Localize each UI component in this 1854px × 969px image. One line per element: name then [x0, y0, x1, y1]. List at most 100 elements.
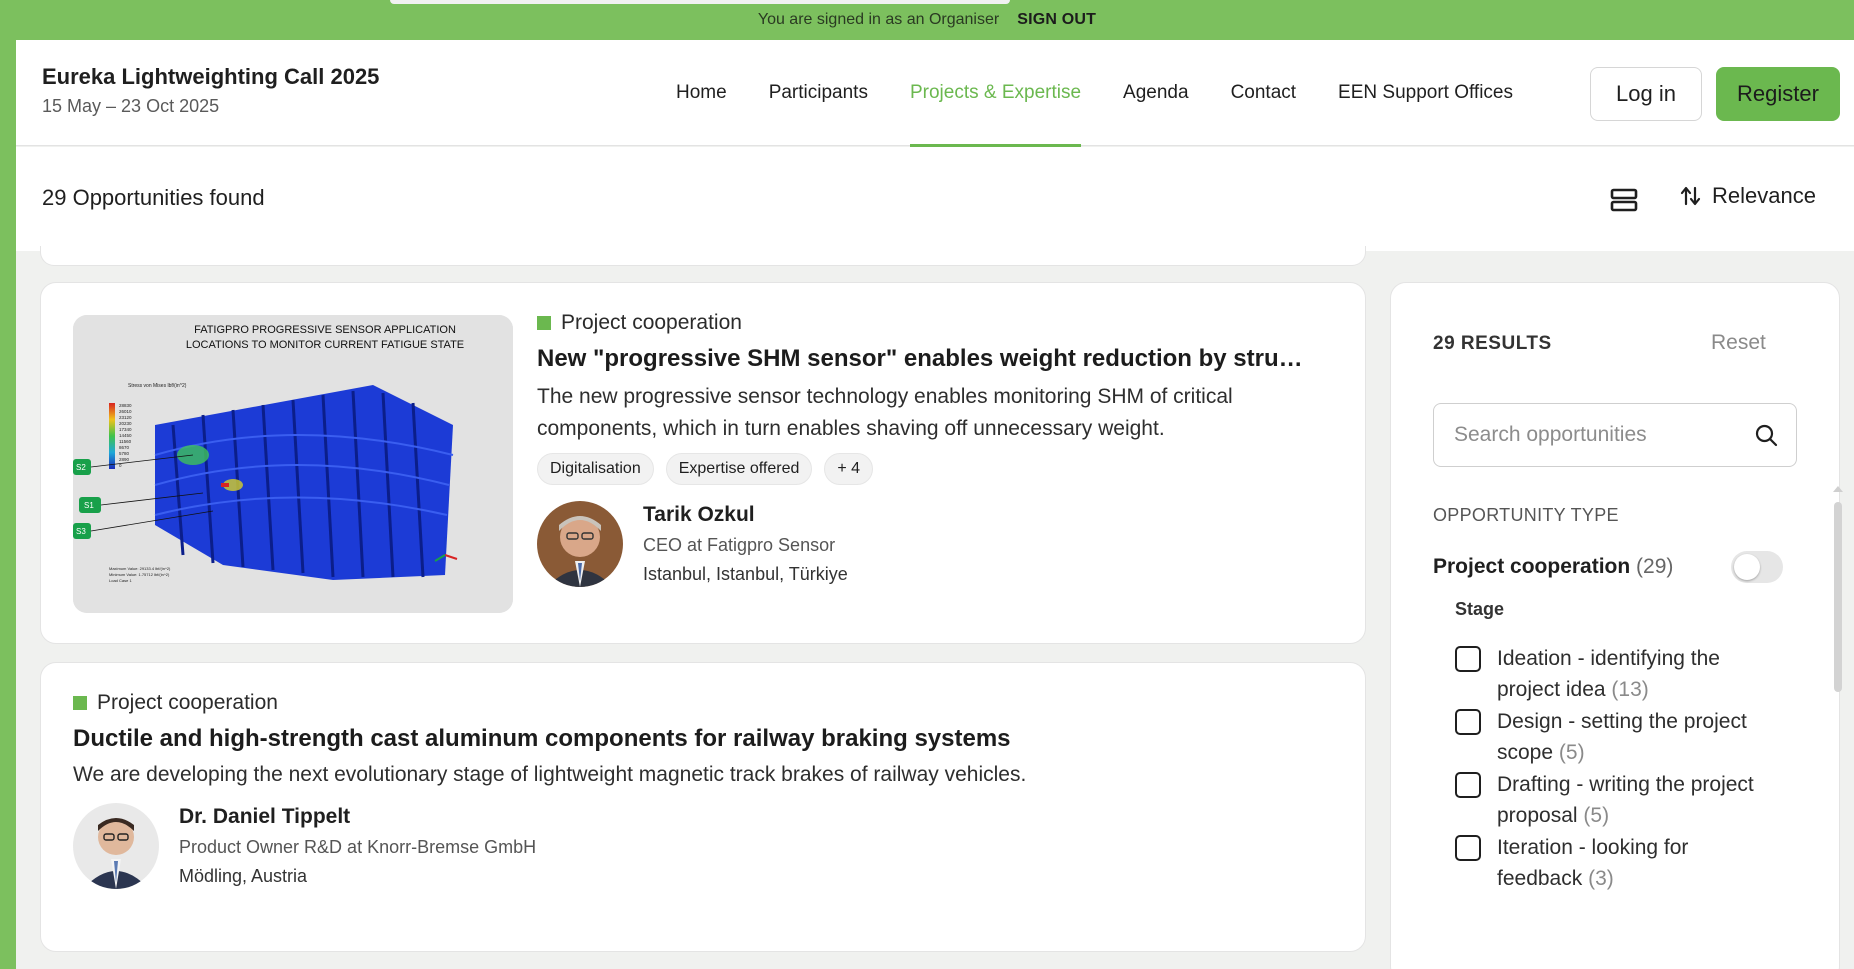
main-nav: Home Participants Projects & Expertise A…: [676, 40, 1513, 147]
person-name: Dr. Daniel Tippelt: [179, 805, 351, 828]
sort-control[interactable]: Relevance: [1680, 183, 1816, 209]
topbar-notch: [390, 0, 1010, 4]
sidebar-scrollbar[interactable]: [1834, 502, 1842, 692]
stage-option[interactable]: Design - setting the project scope (5): [1455, 706, 1767, 768]
nav-home[interactable]: Home: [676, 40, 727, 146]
opportunity-image: FATIGPRO PROGRESSIVE SENSOR APPLICATION …: [73, 315, 513, 613]
nav-een-support-offices[interactable]: EEN Support Offices: [1338, 40, 1513, 146]
filter-label-text: Project cooperation: [1433, 555, 1631, 578]
legend-value: 2890: [119, 457, 130, 462]
legend-value: 26010: [119, 409, 132, 414]
opportunity-type-label: Project cooperation: [561, 311, 742, 334]
opportunity-type: Project cooperation: [537, 311, 1337, 335]
legend-value: 14450: [119, 433, 132, 438]
opportunity-card[interactable]: Project cooperation Ductile and high-str…: [40, 662, 1366, 952]
search-box: [1433, 403, 1797, 467]
image-caption-line-1: FATIGPRO PROGRESSIVE SENSOR APPLICATION: [194, 324, 456, 336]
legend-value: 8670: [119, 445, 130, 450]
person-role: CEO at Fatigpro Sensor: [643, 535, 836, 555]
reset-filters-button[interactable]: Reset: [1711, 331, 1766, 355]
stage-count: (5): [1558, 741, 1585, 764]
event-dates: 15 May – 23 Oct 2025: [42, 96, 220, 116]
project-cooperation-toggle[interactable]: [1731, 551, 1783, 583]
filter-count: (29): [1636, 555, 1674, 578]
legend-value: 28830: [119, 403, 132, 408]
list-view-icon[interactable]: [1610, 187, 1640, 213]
stage-option-label: Iteration - looking for feedback (3): [1497, 832, 1767, 894]
opportunity-type-heading: OPPORTUNITY TYPE: [1433, 505, 1619, 525]
scroll-up-arrow-icon[interactable]: [1833, 486, 1843, 492]
stage-count: (3): [1588, 867, 1614, 890]
sort-arrows-icon: [1680, 186, 1701, 206]
person-role: Product Owner R&D at Knorr-Bremse GmbH: [179, 837, 537, 857]
sign-out-link[interactable]: SIGN OUT: [1017, 11, 1096, 29]
person-location: Mödling, Austria: [179, 866, 308, 886]
event-title: Eureka Lightweighting Call 2025: [42, 64, 380, 89]
stage-option[interactable]: Drafting - writing the project proposal …: [1455, 769, 1767, 831]
opportunity-type: Project cooperation: [73, 691, 1333, 715]
opportunity-card[interactable]: FATIGPRO PROGRESSIVE SENSOR APPLICATION …: [40, 282, 1366, 644]
opportunity-type-label: Project cooperation: [97, 691, 278, 714]
stage-checkbox[interactable]: [1455, 835, 1481, 861]
nav-contact[interactable]: Contact: [1231, 40, 1296, 146]
stage-option[interactable]: Ideation - identifying the project idea …: [1455, 643, 1767, 705]
stage-label: Design - setting the project scope: [1497, 710, 1747, 764]
event-brand[interactable]: Eureka Lightweighting Call 2025 15 May –…: [42, 64, 379, 117]
type-marker: [73, 696, 87, 710]
contact-person[interactable]: Tarik Ozkul CEO at Fatigpro Sensor Istan…: [537, 501, 1337, 587]
contact-person[interactable]: Dr. Daniel Tippelt Product Owner R&D at …: [73, 803, 1333, 889]
search-icon[interactable]: [1754, 423, 1778, 447]
project-cooperation-filter: Project cooperation (29): [1433, 551, 1783, 583]
opportunity-description: We are developing the next evolutionary …: [73, 763, 1027, 786]
stage-checkbox[interactable]: [1455, 772, 1481, 798]
nav-agenda[interactable]: Agenda: [1123, 40, 1189, 146]
legend-value: 20230: [119, 421, 132, 426]
nav-projects-expertise[interactable]: Projects & Expertise: [909, 40, 1082, 147]
signed-in-message: You are signed in as an Organiser: [757, 11, 1000, 28]
results-toolbar: 29 Opportunities found Relevance: [16, 147, 1854, 251]
sensor-label: S1: [84, 501, 94, 510]
page-frame: Eureka Lightweighting Call 2025 15 May –…: [16, 40, 1854, 969]
filter-label: Project cooperation (29): [1433, 555, 1673, 579]
login-button[interactable]: Log in: [1590, 67, 1702, 121]
person-name: Tarik Ozkul: [643, 503, 755, 526]
legend-value: 23120: [119, 415, 132, 420]
more-tags[interactable]: + 4: [824, 453, 874, 485]
image-caption-line-2: LOCATIONS TO MONITOR CURRENT FATIGUE STA…: [186, 339, 464, 351]
image-footnote: Maximum Value: 29133.4 lbf/(in^2): [109, 566, 171, 571]
opportunity-description: The new progressive sensor technology en…: [537, 385, 1233, 440]
opportunity-title[interactable]: New "progressive SHM sensor" enables wei…: [537, 345, 1307, 373]
organiser-bar: You are signed in as an Organiser SIGN O…: [0, 0, 1854, 40]
site-header: Eureka Lightweighting Call 2025 15 May –…: [16, 40, 1854, 147]
stage-label: Drafting - writing the project proposal: [1497, 773, 1754, 827]
tag[interactable]: Digitalisation: [537, 453, 654, 485]
stage-heading: Stage: [1455, 599, 1505, 619]
legend-title: Stress von Mises lbf/(in^2): [128, 383, 187, 389]
legend-value: 17340: [119, 427, 132, 432]
stage-option[interactable]: Iteration - looking for feedback (3): [1455, 832, 1767, 894]
search-input[interactable]: [1452, 422, 1754, 448]
stage-option-label: Drafting - writing the project proposal …: [1497, 769, 1767, 831]
card-body: Project cooperation New "progressive SHM…: [537, 311, 1337, 587]
type-marker: [537, 316, 551, 330]
sort-label: Relevance: [1712, 183, 1816, 208]
stage-label: Ideation - identifying the project idea: [1497, 647, 1720, 701]
tag[interactable]: Expertise offered: [665, 453, 813, 485]
filter-sidebar: 29 RESULTS Reset OPPORTUNITY TYPE Projec…: [1390, 282, 1840, 969]
register-button[interactable]: Register: [1716, 67, 1840, 121]
avatar: [537, 501, 623, 587]
stage-option-label: Ideation - identifying the project idea …: [1497, 643, 1767, 705]
stage-checkbox[interactable]: [1455, 709, 1481, 735]
stage-option-label: Design - setting the project scope (5): [1497, 706, 1767, 768]
stage-checkbox[interactable]: [1455, 646, 1481, 672]
image-footnote: Load Case 1: [109, 578, 132, 583]
tag-list: Digitalisation Expertise offered + 4: [537, 453, 1337, 485]
nav-participants[interactable]: Participants: [769, 40, 868, 146]
stage-count: (5): [1583, 804, 1610, 827]
sensor-label: S3: [76, 527, 86, 536]
stage-count: (13): [1611, 678, 1649, 701]
results-count: 29 RESULTS: [1433, 333, 1552, 354]
person-location: Istanbul, Istanbul, Türkiye: [643, 564, 848, 584]
sensor-label: S2: [76, 463, 86, 472]
opportunity-title[interactable]: Ductile and high-strength cast aluminum …: [73, 725, 1333, 753]
